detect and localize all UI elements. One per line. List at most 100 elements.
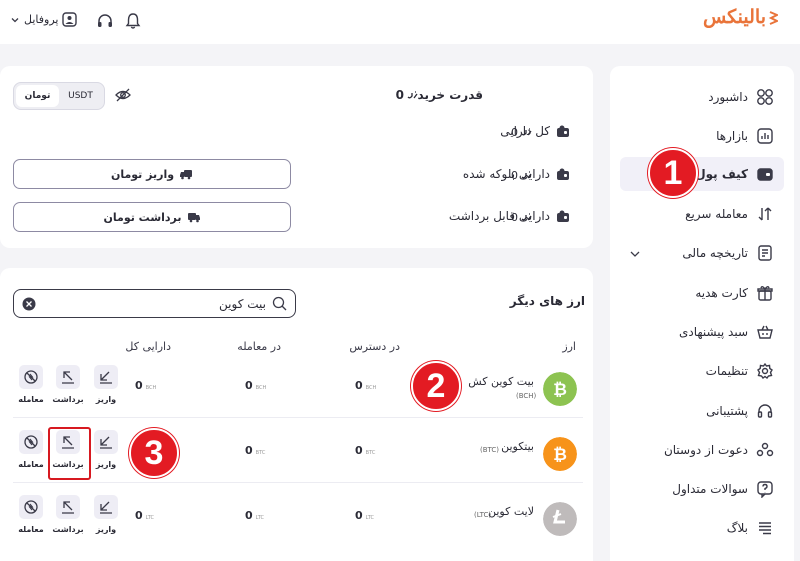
sidebar-item-label: سبد پیشنهادی — [679, 325, 748, 339]
no-trade-icon — [24, 500, 38, 514]
trade-bch-button[interactable] — [19, 365, 43, 389]
gear-icon — [757, 362, 773, 379]
trade-btc-button[interactable] — [19, 430, 43, 454]
toggle-usdt[interactable]: USDT — [59, 85, 102, 107]
headset-icon[interactable] — [96, 12, 114, 30]
markets-icon — [757, 128, 773, 144]
buying-power-value: 0 — [396, 88, 418, 102]
sidebar-item-label: داشبورد — [708, 90, 748, 104]
invite-icon — [756, 442, 774, 457]
amount-available: 0 LTC — [355, 509, 375, 522]
step-marker-1: 1 — [648, 148, 698, 198]
wallet-lock-icon — [557, 168, 569, 180]
row-divider — [13, 482, 583, 483]
basket-icon — [757, 325, 773, 339]
amount-available: 0 BTC — [355, 444, 376, 457]
coin-code: (BCH) — [516, 392, 537, 400]
history-expand-chevron-icon[interactable] — [628, 247, 642, 261]
coin-btc-icon: ₿ — [543, 437, 577, 471]
wallet-icon — [757, 168, 773, 181]
search-icon — [272, 296, 287, 311]
coin-code: (LTC) — [474, 511, 492, 519]
sidebar-item-dashboard[interactable]: داشبورد — [620, 80, 784, 114]
withdraw-label: برداشت — [52, 525, 84, 534]
toman-icon — [521, 128, 532, 136]
deposit-btc-button[interactable] — [94, 430, 118, 454]
col-header-coin: ارز — [562, 340, 576, 353]
currency-toggle[interactable]: تومان USDT — [13, 82, 105, 110]
sidebar-item-label: دعوت از دوستان — [663, 443, 748, 457]
faq-icon — [757, 481, 773, 498]
sidebar-item-invite[interactable]: دعوت از دوستان — [620, 433, 784, 467]
step-marker-3: 3 — [129, 428, 179, 478]
amount-available: 0 BCH — [355, 379, 377, 392]
no-trade-icon — [24, 370, 38, 384]
sidebar-item-headset[interactable]: پشتیبانی — [620, 394, 784, 428]
coin-name: بیتکوین — [501, 440, 534, 453]
sidebar-item-label: بازارها — [716, 129, 748, 143]
toggle-toman[interactable]: تومان — [16, 85, 59, 107]
amount-total: 0 LTC — [135, 509, 155, 522]
deposit-bch-button[interactable] — [94, 365, 118, 389]
deposit-toman-button[interactable]: واریز تومان — [13, 159, 291, 189]
toman-icon — [521, 213, 532, 221]
svg-text:₿: ₿ — [553, 445, 567, 465]
no-trade-icon — [24, 435, 38, 449]
withdrawable-assets-label: دارایی قابل برداشت — [449, 209, 570, 223]
withdraw-label: برداشت — [52, 395, 84, 404]
sidebar-item-label: پشتیبانی — [706, 404, 748, 418]
deposit-ltc-button[interactable] — [94, 495, 118, 519]
sidebar-item-label: بلاگ — [726, 521, 748, 535]
gift-icon — [757, 286, 773, 301]
sidebar-item-swap[interactable]: معامله سریع — [620, 197, 784, 231]
row-divider — [13, 417, 583, 418]
blog-icon — [759, 522, 771, 535]
sidebar-item-wallet[interactable]: کیف پول — [620, 157, 784, 191]
arrow-up-left-icon — [62, 371, 74, 384]
trade-label: معامله — [18, 460, 44, 469]
headset-icon — [757, 404, 773, 418]
coin-name: لایت کوین — [488, 505, 534, 518]
withdraw-bch-button[interactable] — [56, 365, 80, 389]
profile-menu[interactable]: پروفایل — [10, 12, 78, 27]
clear-search-icon[interactable] — [22, 297, 36, 311]
arrow-down-left-icon — [100, 436, 112, 449]
deposit-label: واریز — [95, 525, 117, 534]
trade-ltc-button[interactable] — [19, 495, 43, 519]
sidebar-item-markets[interactable]: بازارها — [620, 119, 784, 153]
hide-balance-eye-off-icon[interactable] — [114, 86, 132, 104]
bell-icon[interactable] — [124, 12, 142, 30]
trade-label: معامله — [18, 525, 44, 534]
sidebar-item-label: کارت هدیه — [695, 286, 748, 300]
withdraw-toman-button[interactable]: برداشت تومان — [13, 202, 291, 232]
brand-logo[interactable]: بالینکس — [703, 6, 778, 28]
other-assets-title: ارز های دیگر — [509, 294, 585, 308]
asset-search-box[interactable] — [13, 289, 296, 318]
amount-in-trade: 0 BTC — [245, 444, 266, 457]
coin-code: (BTC) — [480, 446, 500, 454]
sidebar-item-blog[interactable]: بلاگ — [620, 511, 784, 545]
logo-icon — [768, 11, 778, 25]
sidebar-item-faq[interactable]: سوالات متداول — [620, 472, 784, 506]
sidebar-item-basket[interactable]: سبد پیشنهادی — [620, 315, 784, 349]
highlight-withdraw-btc — [48, 427, 91, 480]
step-marker-2: 2 — [411, 361, 461, 411]
svg-text:₿: ₿ — [553, 380, 567, 400]
deposit-truck-icon — [180, 170, 193, 180]
history-icon — [758, 245, 772, 261]
dashboard-icon — [757, 89, 773, 105]
sidebar-item-history[interactable]: تاریخچه مالی — [620, 236, 784, 270]
wallet-out-icon — [557, 210, 569, 222]
amount-in-trade: 0 LTC — [245, 509, 265, 522]
sidebar-item-gear[interactable]: تنظیمات — [620, 354, 784, 388]
sidebar-item-label: سوالات متداول — [672, 482, 748, 496]
coin-bch-icon: ₿ — [543, 372, 577, 406]
sidebar-item-gift[interactable]: کارت هدیه — [620, 276, 784, 310]
sidebar-item-label: تنظیمات — [705, 364, 748, 378]
asset-search-input[interactable] — [42, 296, 266, 311]
swap-icon — [758, 207, 772, 221]
withdrawable-assets-value: 0 — [511, 211, 532, 224]
withdraw-ltc-button[interactable] — [56, 495, 80, 519]
blocked-assets-value: 0 — [511, 169, 532, 182]
amount-in-trade: 0 BCH — [245, 379, 267, 392]
